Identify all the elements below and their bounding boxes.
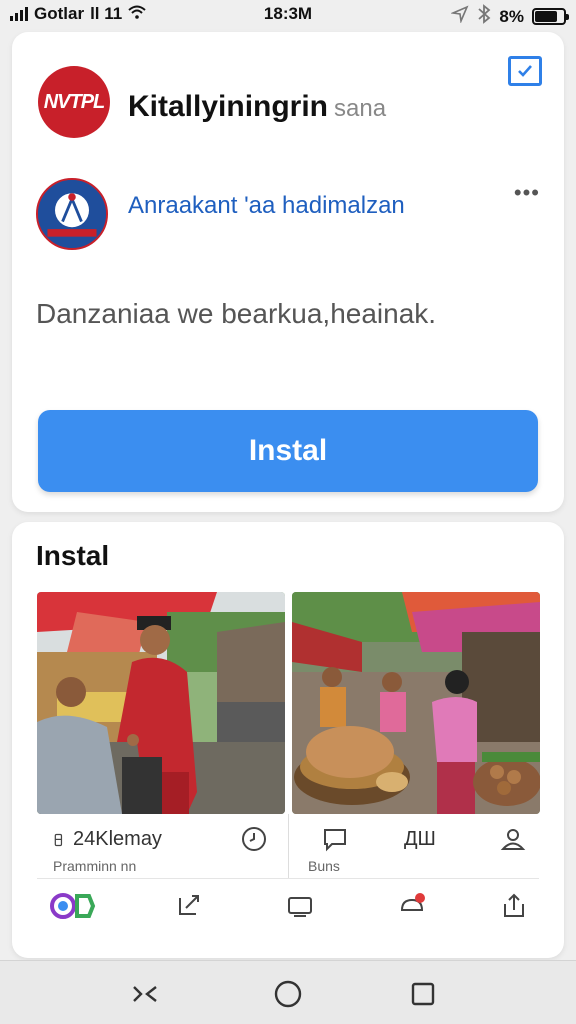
clock-icon[interactable] [241,826,267,852]
wifi-icon [128,4,146,24]
signal-icon [10,7,28,21]
install-button[interactable]: Instal [38,410,538,492]
app-detail-card: NVTPL Kitallyiningrin sana Anraakant 'aa … [12,32,564,512]
system-nav-bar [0,960,576,1024]
recents-icon[interactable] [406,977,440,1011]
meta-divider [288,814,289,878]
photo-left-stat-row: 24Klemay [51,828,162,851]
photo-right-sub: Buns [308,858,340,874]
app-logo: NVTPL [38,66,110,138]
app-title-text: Kitallyiningrin [128,90,329,123]
photo-left-meta: 24Klemay Pramminn nn [37,814,285,878]
comment-icon[interactable] [322,826,348,852]
checkbox-icon[interactable] [508,56,542,86]
battery-percent: 8% [499,6,524,26]
location-icon [450,5,469,28]
gallery-card: Instal 24Klemay Pramminn nn ДШ Buns [12,522,564,958]
status-left: Gotlar ll 11 [10,4,210,24]
bluetooth-icon [477,4,491,29]
share-icon[interactable] [499,891,529,921]
photo-left-sub: Pramminn nn [53,858,137,874]
network-label: ll 11 [90,4,123,23]
share-arrows-icon[interactable] [175,891,205,921]
battery-icon [532,8,569,25]
action-bar [37,878,539,930]
status-right: 8% [450,4,569,29]
more-dots-icon[interactable]: ••• [514,180,540,206]
status-bar: Gotlar ll 11 18:3M 8% [0,0,576,28]
home-icon[interactable] [271,977,305,1011]
section-title: Instal [36,540,110,571]
back-icon[interactable] [128,977,162,1011]
market-photo-left[interactable] [37,592,285,814]
market-photo-right[interactable] [292,592,540,814]
carrier-name: Gotlar [34,4,85,23]
photo-right-meta: ДШ Buns [292,814,540,878]
app-description: Danzaniaa we bearkua,heainak. [36,298,437,329]
battery-fill [535,11,558,22]
app-logo-small-icon[interactable] [49,891,97,921]
notification-icon[interactable] [397,891,427,921]
app-title: Kitallyiningrin sana [128,90,386,124]
app-title-suffix: sana [334,95,387,122]
publisher-name[interactable]: Anraakant 'aa hadimalzan [128,192,405,220]
bookmark-icon [51,829,67,851]
publisher-logo [36,178,108,250]
screen-icon[interactable] [285,891,315,921]
photo-left-stat: 24Klemay [73,828,162,850]
photo-right-stat: ДШ [404,828,436,850]
person-icon[interactable] [500,826,526,852]
